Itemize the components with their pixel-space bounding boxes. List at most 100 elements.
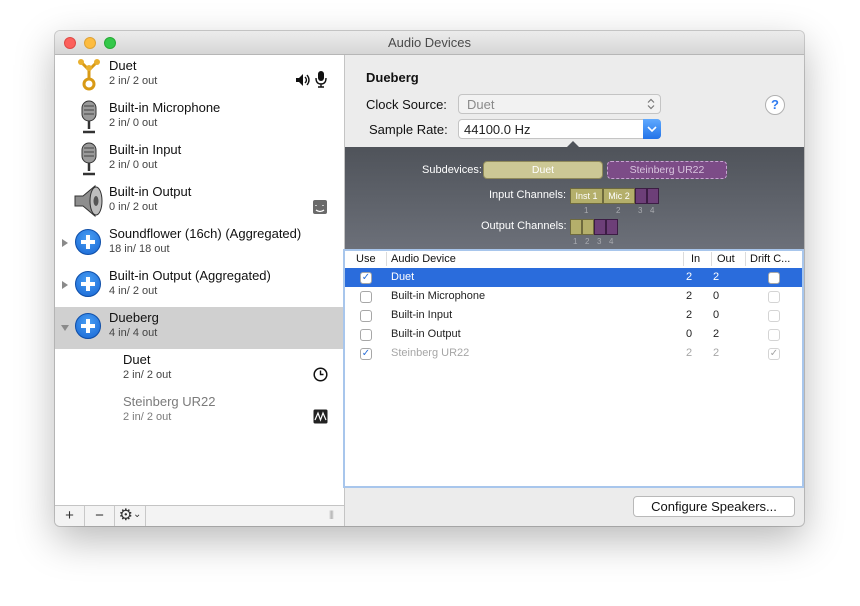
disclosure-triangle[interactable] (61, 325, 69, 331)
device-item-built-in-output[interactable]: Built-in Output 0 in/ 2 out (55, 181, 344, 223)
clock-source-popup[interactable]: Duet (458, 94, 661, 114)
device-io: 0 in/ 2 out (109, 201, 158, 213)
input-channel-number: 2 (616, 206, 621, 215)
column-header-drift-correction[interactable]: Drift C... (750, 253, 790, 265)
device-io: 2 in/ 2 out (123, 411, 172, 423)
aggregate-plus-icon (75, 313, 101, 339)
chevron-down-icon (647, 126, 657, 133)
sidebar-toolbar: + − ⚙⌄ ||| (55, 505, 345, 526)
output-channel-1[interactable] (570, 219, 582, 235)
drift-checkbox[interactable] (768, 291, 780, 303)
in-cell: 2 (686, 290, 693, 302)
chevron-down-icon: ⌄ (132, 509, 142, 520)
subdevice-pill-duet[interactable]: Duet (483, 161, 603, 179)
device-item-soundflower-aggregated[interactable]: Soundflower (16ch) (Aggregated) 18 in/ 1… (55, 223, 344, 265)
resize-handle[interactable]: ||| (329, 509, 334, 519)
column-header-in[interactable]: In (691, 253, 700, 265)
gear-icon: ⚙ (118, 507, 133, 524)
disclosure-triangle[interactable] (62, 239, 68, 247)
disclosure-triangle[interactable] (62, 281, 68, 289)
output-channel-number: 3 (597, 237, 602, 246)
window-title: Audio Devices (387, 35, 472, 50)
action-menu-button[interactable]: ⚙⌄ (115, 506, 146, 526)
input-channel-number: 3 (638, 206, 643, 215)
clock-source-label: Clock Source: (366, 97, 447, 112)
input-channel-number: 1 (584, 206, 589, 215)
drift-checkbox[interactable] (768, 310, 780, 322)
drift-checkbox[interactable] (768, 272, 780, 284)
table-row[interactable]: Built-in Output 0 2 (345, 325, 802, 344)
finder-icon (313, 200, 327, 214)
table-row[interactable]: Built-in Input 2 0 (345, 306, 802, 325)
input-channel-4[interactable] (647, 188, 659, 204)
output-channel-3[interactable] (594, 219, 606, 235)
sample-rate-popup-arrow[interactable] (643, 119, 661, 139)
subdevice-item-duet[interactable]: Duet 2 in/ 2 out (55, 349, 344, 391)
device-name: Built-in Output (109, 184, 192, 199)
device-cell: Built-in Microphone (391, 290, 486, 302)
in-cell: 2 (686, 271, 693, 283)
in-cell: 2 (686, 309, 693, 321)
device-item-built-in-output-aggregated[interactable]: Built-in Output (Aggregated) 4 in/ 2 out (55, 265, 344, 307)
device-list[interactable]: Duet 2 in/ 2 out Built-in Microphone 2 i… (55, 55, 345, 505)
table-row[interactable]: ✓ Duet 2 2 (345, 268, 802, 287)
device-name: Built-in Input (109, 142, 182, 157)
input-channel-1[interactable]: Inst 1 (570, 188, 603, 204)
device-cell: Duet (391, 271, 415, 283)
subdevice-pill-steinberg[interactable]: Steinberg UR22 (607, 161, 727, 179)
table-row[interactable]: Built-in Microphone 2 0 (345, 287, 802, 306)
output-channel-number: 2 (585, 237, 590, 246)
subdevice-item-steinberg-ur22[interactable]: Steinberg UR22 2 in/ 2 out (55, 391, 344, 433)
in-cell: 2 (686, 347, 693, 359)
sample-rate-value: 44100.0 Hz (464, 122, 531, 137)
device-name: Built-in Microphone (109, 100, 221, 115)
device-title: Dueberg (366, 70, 419, 85)
device-item-duet[interactable]: Duet 2 in/ 2 out (55, 55, 344, 97)
device-item-built-in-microphone[interactable]: Built-in Microphone 2 in/ 0 out (55, 97, 344, 139)
device-item-built-in-input[interactable]: Built-in Input 2 in/ 0 out (55, 139, 344, 181)
device-name: Duet (123, 352, 151, 367)
subdevices-label: Subdevices: (422, 164, 482, 176)
drift-checkbox[interactable] (768, 329, 780, 341)
device-io: 4 in/ 4 out (109, 327, 158, 339)
use-checkbox[interactable]: ✓ (360, 272, 372, 284)
use-checkbox[interactable] (360, 310, 372, 322)
table-row[interactable]: ✓ Steinberg UR22 2 2 ✓ (345, 344, 802, 363)
firewire-icon (78, 59, 100, 91)
input-channel-3[interactable] (635, 188, 647, 204)
clock-source-value: Duet (467, 97, 495, 112)
sample-rate-label: Sample Rate: (369, 122, 448, 137)
column-header-out[interactable]: Out (717, 253, 735, 265)
aggregate-plus-icon (75, 229, 101, 255)
device-cell: Built-in Input (391, 309, 453, 321)
waveform-icon (313, 409, 328, 424)
output-channel-4[interactable] (606, 219, 618, 235)
input-channel-2[interactable]: Mic 2 (603, 188, 635, 204)
input-channels-label: Input Channels: (489, 189, 567, 201)
device-io: 4 in/ 2 out (109, 285, 158, 297)
sample-rate-popup[interactable]: 44100.0 Hz (458, 119, 661, 139)
help-button[interactable]: ? (765, 95, 785, 115)
drift-checkbox[interactable]: ✓ (768, 348, 780, 360)
use-checkbox[interactable]: ✓ (360, 348, 372, 360)
add-device-button[interactable]: + (55, 506, 85, 526)
device-name: Duet (109, 58, 137, 73)
audio-devices-window: Audio Devices Duet 2 in/ 2 out Built-in … (55, 31, 804, 526)
aggregate-plus-icon (75, 271, 101, 297)
output-channel-2[interactable] (582, 219, 594, 235)
output-channels-label: Output Channels: (481, 220, 567, 232)
use-checkbox[interactable] (360, 329, 372, 341)
output-channel-number: 4 (609, 237, 614, 246)
out-cell: 0 (713, 309, 720, 321)
configure-speakers-button[interactable]: Configure Speakers... (633, 496, 795, 517)
in-cell: 0 (686, 328, 693, 340)
column-header-use[interactable]: Use (356, 253, 376, 265)
column-header-audio-device[interactable]: Audio Device (391, 253, 456, 265)
remove-device-button[interactable]: − (85, 506, 115, 526)
input-channel-number: 4 (650, 206, 655, 215)
microphone-icon (315, 71, 327, 88)
device-name: Steinberg UR22 (123, 394, 216, 409)
subdevice-table[interactable]: Use Audio Device In Out Drift C... ✓ Due… (343, 249, 804, 488)
use-checkbox[interactable] (360, 291, 372, 303)
device-item-dueberg[interactable]: Dueberg 4 in/ 4 out (55, 307, 344, 349)
